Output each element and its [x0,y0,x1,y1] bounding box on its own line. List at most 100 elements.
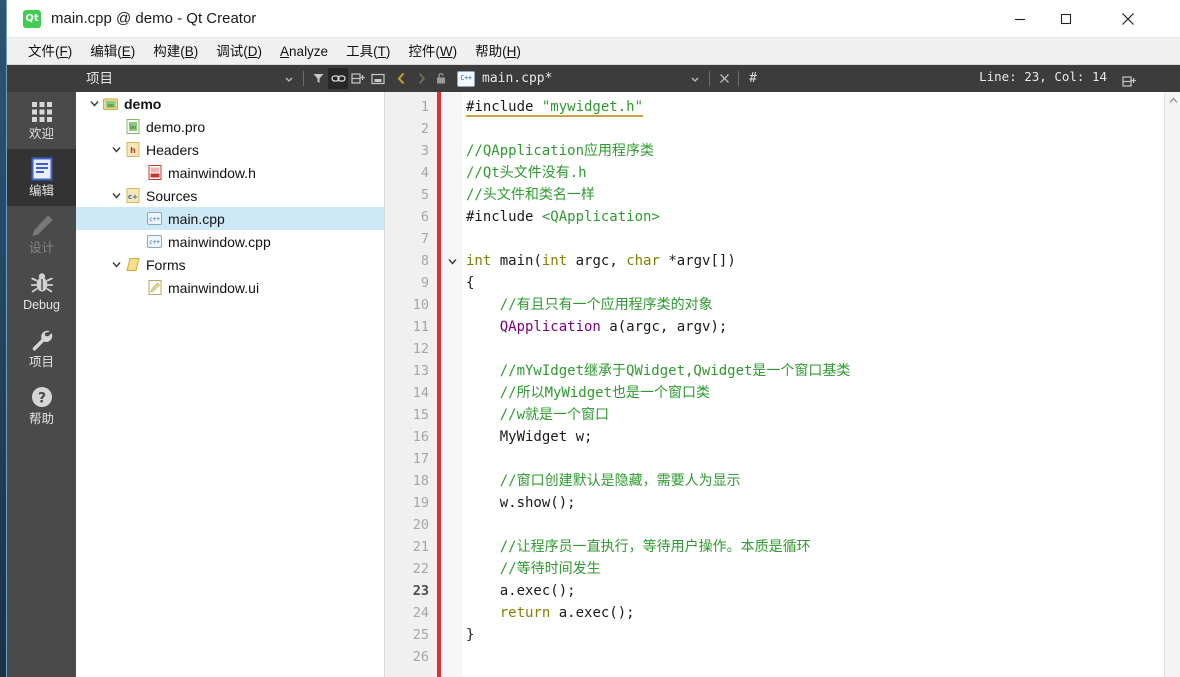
mode-label: Debug [23,298,60,312]
tree-item-Headers[interactable]: h Headers [76,138,384,161]
code-token: //w就是一个窗口 [466,407,610,423]
forms-folder-icon [124,257,141,273]
symbol-hash-icon[interactable]: # [743,68,763,89]
wrench-icon [30,327,54,353]
code-line-1: #include "mywidget.h" [466,96,644,118]
tree-item-mainwindow.h[interactable]: mainwindow.h [76,161,384,184]
svg-text:c++: c++ [149,239,160,246]
tree-item-Forms[interactable]: Forms [76,253,384,276]
menu-item-3[interactable]: 调试(D) [207,40,271,63]
menu-item-4[interactable]: Analyze [271,40,337,63]
chevron-down-icon[interactable] [108,190,124,201]
menu-item-label: 构建(B) [153,43,199,59]
project-selector-toolbar: 项目 [7,65,385,92]
tree-item-label: Sources [146,187,198,204]
tree-item-demo[interactable]: oo demo [76,92,384,115]
chevron-down-icon[interactable] [108,144,124,155]
maximize-button[interactable] [1043,0,1089,37]
code-token: #include [466,99,542,117]
code-token: main( [491,253,542,269]
code-line-10: //有且只有一个应用程序类的对象 [466,294,713,316]
code-line-23: a.exec(); [466,580,576,602]
tree-item-main.cpp[interactable]: c++ main.cpp [76,207,384,230]
code-token: a(argc, argv); [600,319,728,335]
code-token: //等待时间发生 [466,561,601,577]
code-folding-column[interactable] [441,92,462,677]
menu-item-label: 工具(T) [346,43,391,59]
svg-text:c++: c++ [149,216,160,223]
cpp-file-icon: c++ [146,234,163,250]
navigate-back-button[interactable] [391,68,411,89]
line-number-6: 6 [420,209,429,225]
code-line-13: //mYwIdget继承于QWidget,Qwidget是一个窗口基类 [466,360,851,382]
code-token: argc, [567,253,627,269]
document-lines-icon [31,156,53,182]
menu-item-2[interactable]: 构建(B) [144,40,207,63]
code-line-3: //QApplication应用程序类 [466,140,654,162]
editor-vertical-scrollbar[interactable] [1164,92,1180,677]
menu-item-label: 调试(D) [216,43,263,59]
filter-icon[interactable] [308,68,328,89]
menu-mnemonic: W [439,43,453,59]
code-token: //所以MyWidget也是一个窗口类 [466,385,711,401]
tree-item-label: demo.pro [146,118,206,135]
scroll-up-arrow-icon[interactable] [1165,92,1180,109]
tree-item-mainwindow.cpp[interactable]: c++ mainwindow.cpp [76,230,384,253]
menu-item-6[interactable]: 控件(W) [399,40,466,63]
line-column-indicator[interactable]: Line: 23, Col: 14 [979,69,1107,84]
toolbar-divider [303,71,304,86]
code-token: //让程序员一直执行，等待用户操作。本质是循环 [466,539,811,555]
menu-item-label: 文件(F) [28,43,73,59]
minimize-button[interactable] [997,0,1043,37]
fold-toggle-line-8[interactable] [445,250,459,272]
mode-Debug[interactable]: Debug [7,263,76,320]
menu-item-7[interactable]: 帮助(H) [466,40,530,63]
mode-帮助[interactable]: ? 帮助 [7,377,76,434]
editor-toolbar: C++ main.cpp* # Line: 23, Col: 14 [385,65,1180,92]
code-token: //Qt头文件没有.h [466,165,587,181]
project-selector-label[interactable]: 项目 [86,69,113,88]
chevron-down-icon[interactable] [279,68,299,89]
tree-item-demo.pro[interactable]: oo demo.pro [76,115,384,138]
mode-项目[interactable]: 项目 [7,320,76,377]
split-icon[interactable] [348,68,368,89]
line-number-5: 5 [420,187,429,203]
line-number-17: 17 [412,451,429,467]
code-text-area[interactable]: #include "mywidget.h" //QApplication应用程序类… [462,92,1163,677]
mode-编辑[interactable]: 编辑 [7,149,76,206]
close-document-icon[interactable] [714,68,734,89]
menu-mnemonic: A [280,43,290,59]
navigate-forward-button[interactable] [411,68,431,89]
chevron-down-icon[interactable] [86,98,102,109]
menu-item-0[interactable]: 文件(F) [19,40,81,63]
line-number-11: 11 [412,319,429,335]
code-line-19: w.show(); [466,492,576,514]
code-token: *argv[]) [659,253,736,269]
link-icon[interactable] [328,68,348,89]
pro-file-icon: oo [124,119,141,135]
menu-bar: 文件(F) 编辑(E) 构建(B) 调试(D) Analyze 工具(T) 控件(W) 帮助(… [7,38,1180,65]
tree-item-Sources[interactable]: c+ Sources [76,184,384,207]
tree-item-mainwindow.ui[interactable]: mainwindow.ui [76,276,384,299]
code-line-6: #include <QApplication> [466,206,660,228]
menu-mnemonic: D [247,43,258,59]
question-circle-icon: ? [30,384,54,410]
menu-item-1[interactable]: 编辑(E) [81,40,144,63]
menu-item-5[interactable]: 工具(T) [337,40,399,63]
code-editor[interactable]: 1 2 3 4 5 6 7 8 9 10 11 12 13 14 15 16 17 18 19 20 21 22 23 24 2… [385,92,1180,677]
mode-欢迎[interactable]: 欢迎 [7,92,76,149]
cpp-file-icon: c++ [146,211,163,227]
close-button[interactable] [1105,0,1151,37]
lock-icon[interactable] [431,68,451,89]
chevron-down-icon[interactable] [108,259,124,270]
code-line-22: //等待时间发生 [466,558,601,580]
line-number-8: 8 [420,253,429,269]
grid-icon [30,99,54,125]
editor-split-icon[interactable] [1119,71,1139,92]
line-number-26: 26 [412,649,429,665]
open-file-selector[interactable]: C++ main.cpp* [457,68,552,89]
code-line-15: //w就是一个窗口 [466,404,609,426]
window-title: main.cpp @ demo - Qt Creator [51,10,257,27]
file-dropdown-chevron-icon[interactable] [685,68,705,89]
svg-text:c+: c+ [127,193,137,201]
